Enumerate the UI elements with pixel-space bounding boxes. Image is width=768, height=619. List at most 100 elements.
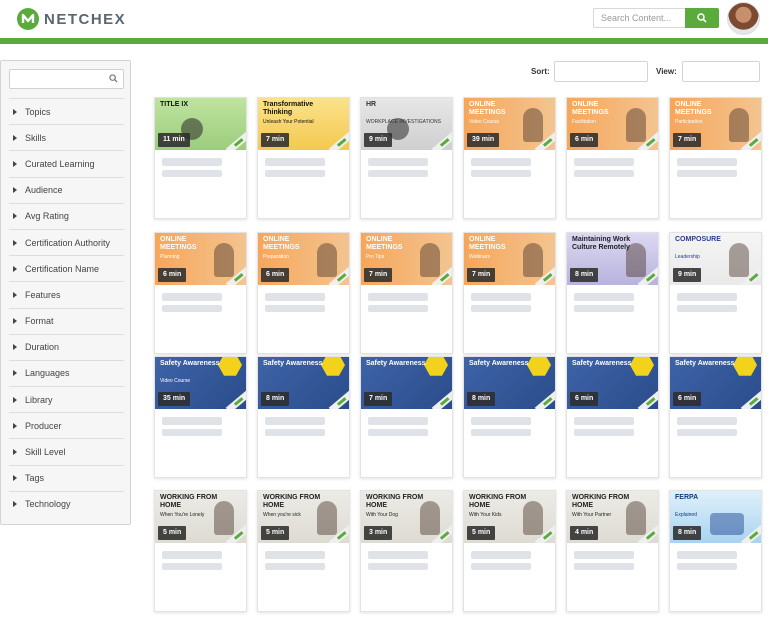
course-card[interactable]: Safety Awareness Video Course 35 min (154, 356, 247, 478)
course-card[interactable]: ONLINE MEETINGS Webinars 7 min (463, 232, 556, 354)
filter-features[interactable]: Features (9, 281, 124, 307)
duration-badge: 9 min (673, 268, 702, 282)
course-card[interactable]: Safety Awareness 7 min (360, 356, 453, 478)
course-thumbnail[interactable]: Safety Awareness 8 min (258, 357, 349, 409)
filter-library[interactable]: Library (9, 386, 124, 412)
course-thumbnail[interactable]: FERPA Explained 8 min (670, 491, 761, 543)
duration-badge: 9 min (364, 133, 393, 147)
course-thumbnail[interactable]: Safety Awareness 6 min (567, 357, 658, 409)
course-thumbnail[interactable]: ONLINE MEETINGS Planning 6 min (155, 233, 246, 285)
loading-placeholder (265, 417, 325, 425)
course-thumbnail[interactable]: COMPOSURE Leadership 9 min (670, 233, 761, 285)
filter-curated-learning[interactable]: Curated Learning (9, 150, 124, 176)
course-thumbnail[interactable]: Safety Awareness 8 min (464, 357, 555, 409)
course-thumbnail[interactable]: WORKING FROM HOME With Your Kids 5 min (464, 491, 555, 543)
course-card[interactable]: ONLINE MEETINGS Planning 6 min (154, 232, 247, 354)
course-subtitle: With Your Dog (366, 512, 398, 518)
course-card[interactable]: HR WORKPLACE INVESTIGATIONS 9 min (360, 97, 453, 219)
course-title: ONLINE MEETINGS (160, 236, 197, 251)
filter-label: Producer (25, 420, 62, 431)
course-card[interactable]: Safety Awareness 8 min (463, 356, 556, 478)
loading-placeholder (162, 293, 222, 301)
course-subtitle: Video Course (160, 378, 191, 384)
course-card[interactable]: WORKING FROM HOME With Your Dog 3 min (360, 490, 453, 612)
course-thumbnail[interactable]: ONLINE MEETINGS Webinars 7 min (464, 233, 555, 285)
filter-languages[interactable]: Languages (9, 359, 124, 386)
logo-mark-icon (17, 8, 39, 30)
course-title: TITLE IX (160, 101, 188, 108)
filter-label: Skill Level (25, 447, 66, 458)
filter-technology[interactable]: Technology (9, 490, 124, 517)
course-card[interactable]: Safety Awareness 6 min (669, 356, 762, 478)
course-title: Safety Awareness (675, 360, 735, 367)
course-thumbnail[interactable]: ONLINE MEETINGS Video Course 39 min (464, 98, 555, 150)
course-thumbnail[interactable]: Safety Awareness 6 min (670, 357, 761, 409)
view-select[interactable] (682, 61, 760, 82)
course-card[interactable]: Safety Awareness 8 min (257, 356, 350, 478)
course-card[interactable]: ONLINE MEETINGS Pro Tips 7 min (360, 232, 453, 354)
search-input[interactable]: Search Content... (593, 8, 685, 28)
user-avatar[interactable] (727, 2, 760, 35)
filter-format[interactable]: Format (9, 307, 124, 334)
filter-topics[interactable]: Topics (9, 98, 124, 124)
filter-label: Duration (25, 342, 60, 353)
course-card[interactable]: ONLINE MEETINGS Video Course 39 min (463, 97, 556, 219)
course-thumbnail[interactable]: ONLINE MEETINGS Pro Tips 7 min (361, 233, 452, 285)
course-card[interactable]: Transformative Thinking Unleash Your Pote… (257, 97, 350, 219)
course-card[interactable]: TITLE IX 11 min (154, 97, 247, 219)
course-card[interactable]: WORKING FROM HOME When You're Lonely 5 min (154, 490, 247, 612)
filter-tags[interactable]: Tags (9, 464, 124, 491)
netchex-logo[interactable]: NETCHEX (17, 8, 126, 30)
course-thumbnail[interactable]: WORKING FROM HOME When You're Lonely 5 min (155, 491, 246, 543)
course-card[interactable]: Safety Awareness 6 min (566, 356, 659, 478)
course-card[interactable]: ONLINE MEETINGS Facilitation 6 min (566, 97, 659, 219)
filter-label: Format (25, 316, 54, 327)
filter-label: Curated Learning (25, 158, 95, 169)
course-card[interactable]: WORKING FROM HOME With Your Kids 5 min (463, 490, 556, 612)
filter-label: Features (25, 289, 61, 300)
course-title: WORKING FROM HOME (469, 494, 527, 509)
course-thumbnail[interactable]: ONLINE MEETINGS Participation 7 min (670, 98, 761, 150)
course-title: Safety Awareness (572, 360, 632, 367)
course-card[interactable]: Maintaining Work Culture Remotely 8 min (566, 232, 659, 354)
loading-placeholder (162, 429, 222, 436)
filter-duration[interactable]: Duration (9, 333, 124, 360)
filter-certification-name[interactable]: Certification Name (9, 255, 124, 281)
filter-audience[interactable]: Audience (9, 176, 124, 203)
course-card[interactable]: COMPOSURE Leadership 9 min (669, 232, 762, 354)
duration-badge: 7 min (261, 133, 290, 147)
course-thumbnail[interactable]: ONLINE MEETINGS Facilitation 6 min (567, 98, 658, 150)
people-illustration (710, 513, 744, 535)
course-thumbnail[interactable]: WORKING FROM HOME With Your Dog 3 min (361, 491, 452, 543)
course-subtitle: Pro Tips (366, 254, 385, 260)
course-thumbnail[interactable]: WORKING FROM HOME When you're sick 5 min (258, 491, 349, 543)
expand-arrow-icon (13, 239, 17, 246)
course-card[interactable]: FERPA Explained 8 min (669, 490, 762, 612)
course-card[interactable]: WORKING FROM HOME With Your Partner 4 min (566, 490, 659, 612)
loading-placeholder (162, 563, 222, 570)
filter-certification-authority[interactable]: Certification Authority (9, 228, 124, 255)
filter-skills[interactable]: Skills (9, 124, 124, 150)
course-card[interactable]: ONLINE MEETINGS Preparation 6 min (257, 232, 350, 354)
course-card[interactable]: WORKING FROM HOME When you're sick 5 min (257, 490, 350, 612)
course-card[interactable]: ONLINE MEETINGS Participation 7 min (669, 97, 762, 219)
filter-label: Topics (25, 106, 51, 117)
course-thumbnail[interactable]: Maintaining Work Culture Remotely 8 min (567, 233, 658, 285)
filter-avg-rating[interactable]: Avg Rating (9, 202, 124, 229)
loading-placeholder (471, 417, 531, 425)
duration-badge: 3 min (364, 526, 393, 540)
course-thumbnail[interactable]: ONLINE MEETINGS Preparation 6 min (258, 233, 349, 285)
course-subtitle: Leadership (675, 254, 700, 260)
course-thumbnail[interactable]: Transformative Thinking Unleash Your Pote… (258, 98, 349, 150)
course-thumbnail[interactable]: TITLE IX 11 min (155, 98, 246, 150)
course-thumbnail[interactable]: Safety Awareness 7 min (361, 357, 452, 409)
course-thumbnail[interactable]: HR WORKPLACE INVESTIGATIONS 9 min (361, 98, 452, 150)
course-thumbnail[interactable]: WORKING FROM HOME With Your Partner 4 min (567, 491, 658, 543)
filter-skill-level[interactable]: Skill Level (9, 438, 124, 464)
course-thumbnail[interactable]: Safety Awareness Video Course 35 min (155, 357, 246, 409)
filter-search-input[interactable] (9, 69, 124, 89)
filter-producer[interactable]: Producer (9, 412, 124, 438)
search-button[interactable] (685, 8, 719, 28)
sort-select[interactable] (554, 61, 648, 82)
loading-placeholder (471, 563, 531, 570)
